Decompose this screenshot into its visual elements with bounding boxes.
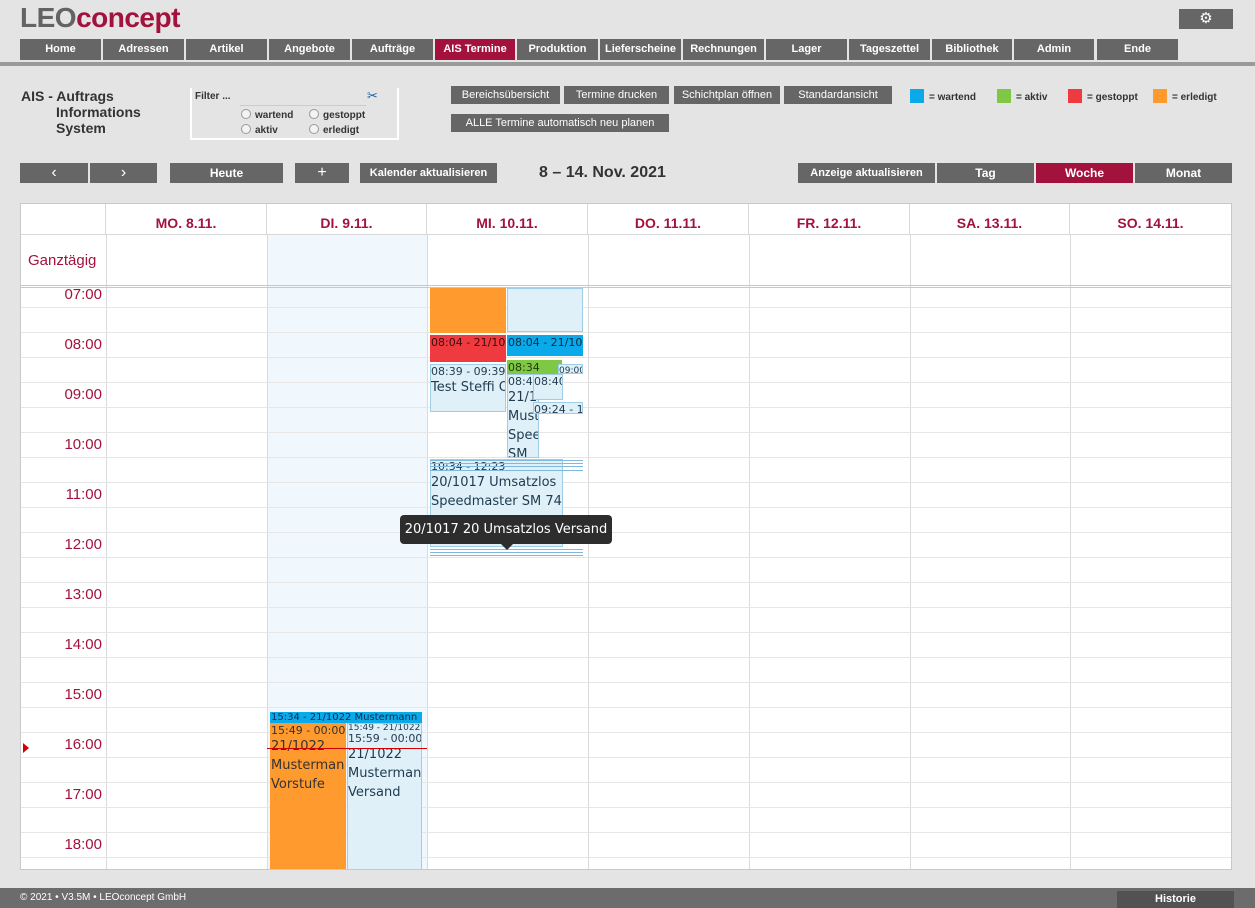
nav-admin[interactable]: Admin: [1014, 39, 1094, 60]
day-header[interactable]: MI. 10.11.: [427, 204, 588, 235]
time-gutter-header: [21, 204, 106, 235]
day-header[interactable]: MO. 8.11.: [106, 204, 267, 235]
hour-label: 14:00: [64, 636, 102, 653]
next-button[interactable]: ›: [90, 163, 157, 183]
event-block[interactable]: 08:34: [507, 360, 562, 374]
view-day-button[interactable]: Tag: [937, 163, 1034, 183]
refresh-view-button[interactable]: Anzeige aktualisieren: [798, 163, 935, 183]
termine-drucken-button[interactable]: Termine drucken: [564, 86, 669, 104]
page-title: AIS - Auftrags Informations System: [21, 88, 141, 136]
event-block[interactable]: 09:00: [558, 364, 583, 374]
alle-termine-planen-button[interactable]: ALLE Termine automatisch neu planen: [451, 114, 669, 132]
today-button[interactable]: Heute: [170, 163, 283, 183]
nav-ais-termine[interactable]: AIS Termine: [435, 39, 515, 60]
day-header[interactable]: DI. 9.11.: [267, 204, 427, 235]
view-month-button[interactable]: Monat: [1135, 163, 1232, 183]
event-block[interactable]: 15:34 - 21/1022 Mustermann: [270, 712, 422, 723]
radio-wartend[interactable]: wartend: [241, 109, 293, 121]
event-block[interactable]: 15:49 - 00:00 21/1022 Mustermann Vorstufe: [270, 723, 346, 869]
event-block[interactable]: 08:40 - 9: [533, 374, 563, 400]
nav-rechnungen[interactable]: Rechnungen: [683, 39, 764, 60]
hour-label: 08:00: [64, 336, 102, 353]
event-block[interactable]: 15:49 - 21/1022 15:59 - 00:00 21/1022 Muste…: [347, 723, 422, 869]
radio-gestoppt[interactable]: gestoppt: [309, 109, 365, 121]
hour-label: 16:00: [64, 736, 102, 753]
hour-label: 12:00: [64, 536, 102, 553]
view-week-button[interactable]: Woche: [1036, 163, 1133, 183]
allday-label: Ganztägig: [28, 252, 97, 269]
chevron-right-icon: ›: [120, 164, 127, 181]
event-block[interactable]: 08:04 - 21/1022: [430, 335, 506, 362]
plus-icon: +: [317, 164, 327, 181]
legend-erledigt: = erledigt: [1153, 89, 1217, 103]
standardansicht-button[interactable]: Standardansicht: [784, 86, 892, 104]
hour-label: 11:00: [65, 486, 102, 503]
date-range: 8 – 14. Nov. 2021: [539, 164, 666, 181]
hour-label: 18:00: [64, 836, 102, 853]
event-tooltip: 20/1017 20 Umsatzlos Versand: [400, 515, 612, 550]
radio-aktiv[interactable]: aktiv: [241, 124, 278, 136]
nav-ende[interactable]: Ende: [1097, 39, 1178, 60]
chevron-left-icon: ‹: [51, 164, 57, 181]
schichtplan-button[interactable]: Schichtplan öffnen: [674, 86, 780, 104]
nav-auftraege[interactable]: Aufträge: [352, 39, 433, 60]
logo: LEOconcept: [20, 2, 180, 33]
hour-label: 07:00: [64, 286, 102, 303]
nav-bibliothek[interactable]: Bibliothek: [932, 39, 1012, 60]
add-button[interactable]: +: [295, 163, 349, 183]
radio-erledigt[interactable]: erledigt: [309, 124, 359, 136]
refresh-calendar-button[interactable]: Kalender aktualisieren: [360, 163, 497, 183]
day-header[interactable]: SO. 14.11.: [1070, 204, 1231, 235]
history-button[interactable]: Historie: [1117, 891, 1234, 908]
nav-adressen[interactable]: Adressen: [103, 39, 184, 60]
current-time-marker: [23, 743, 29, 753]
hour-label: 15:00: [64, 686, 102, 703]
event-block[interactable]: 08:39 - 09:39Test Steffi Offset: [430, 364, 506, 412]
bereichsuebersicht-button[interactable]: Bereichsübersicht: [451, 86, 560, 104]
nav-produktion[interactable]: Produktion: [517, 39, 598, 60]
day-header[interactable]: SA. 13.11.: [910, 204, 1070, 235]
legend-aktiv: = aktiv: [997, 89, 1047, 103]
gear-icon: ⚙: [1199, 10, 1213, 27]
hour-label: 17:00: [64, 786, 102, 803]
nav-lager[interactable]: Lager: [766, 39, 847, 60]
filter-input[interactable]: [240, 89, 366, 106]
current-time-line: [267, 748, 427, 749]
hour-label: 10:00: [64, 436, 102, 453]
filter-clear-icon[interactable]: ✂: [367, 88, 385, 104]
nav-tageszettel[interactable]: Tageszettel: [849, 39, 930, 60]
nav-lieferscheine[interactable]: Lieferscheine: [600, 39, 681, 60]
day-header[interactable]: FR. 12.11.: [749, 204, 910, 235]
day-header[interactable]: DO. 11.11.: [588, 204, 749, 235]
nav-artikel[interactable]: Artikel: [186, 39, 267, 60]
nav-divider: [0, 62, 1255, 66]
nav-angebote[interactable]: Angebote: [269, 39, 350, 60]
footer: © 2021 • V3.5M • LEOconcept GmbH: [0, 888, 1255, 908]
hour-label: 13:00: [64, 586, 102, 603]
event-block[interactable]: 09:24 - 1: [533, 402, 583, 414]
filter-label: Filter ...: [195, 91, 231, 102]
nav-home[interactable]: Home: [20, 39, 101, 60]
event-block[interactable]: 08:04 - 21/1022: [507, 335, 583, 356]
copyright: © 2021 • V3.5M • LEOconcept GmbH: [20, 892, 187, 903]
event-block[interactable]: [507, 288, 583, 332]
week-calendar: MO. 8.11. DI. 9.11. MI. 10.11. DO. 11.11…: [20, 203, 1232, 870]
event-block[interactable]: [430, 288, 506, 333]
settings-button[interactable]: ⚙: [1179, 9, 1233, 29]
legend-wartend: = wartend: [910, 89, 976, 103]
hour-label: 09:00: [64, 386, 102, 403]
legend-gestoppt: = gestoppt: [1068, 89, 1138, 103]
prev-button[interactable]: ‹: [20, 163, 88, 183]
